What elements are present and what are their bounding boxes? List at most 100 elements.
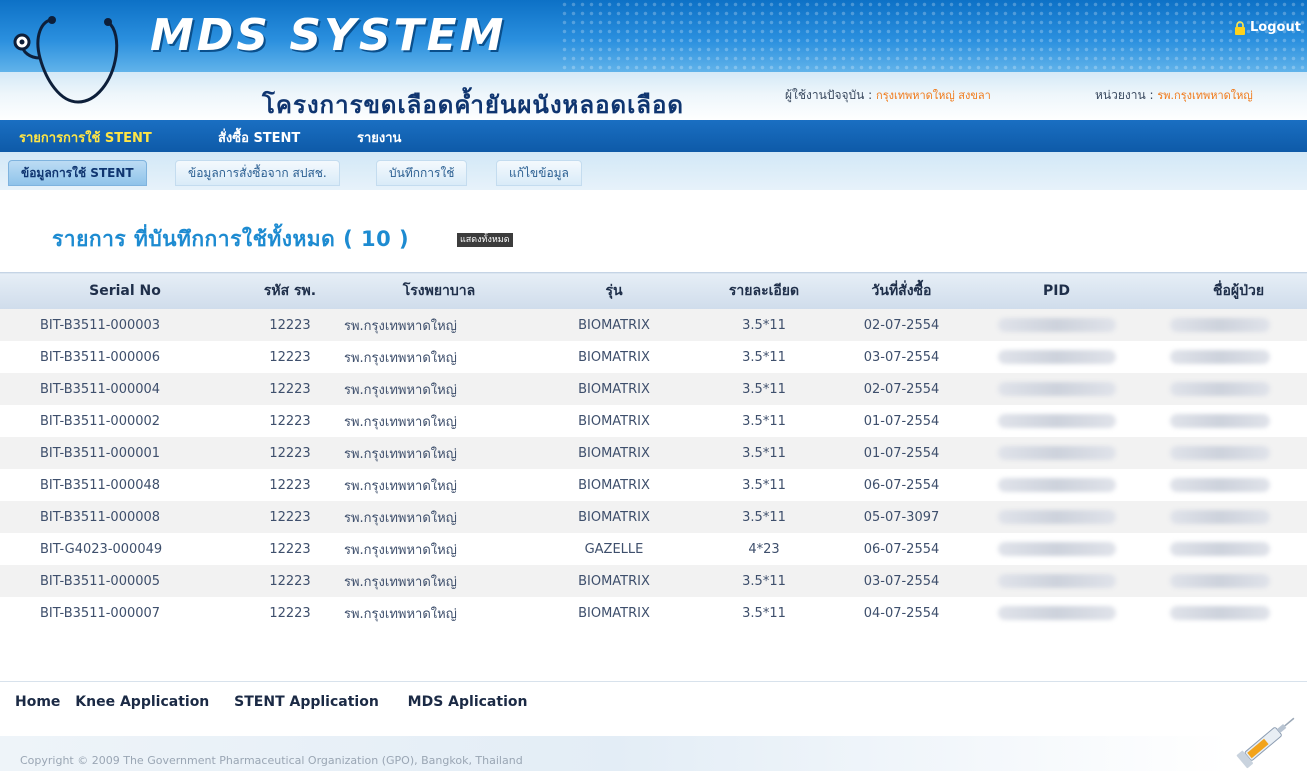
column-header-detail[interactable]: รายละเอียด: [694, 272, 834, 309]
redacted-pid: [997, 318, 1116, 332]
show-all-button[interactable]: แสดงทั้งหมด: [457, 233, 513, 247]
cell-detail: 3.5*11: [694, 373, 834, 405]
table-row[interactable]: BIT-B3511-000005 12223 รพ.กรุงเทพหาดใหญ่ BI…: [0, 565, 1307, 597]
cell-order-date: 06-07-2554: [834, 469, 969, 501]
syringe-icon: [1236, 717, 1295, 769]
cell-hospital: รพ.กรุงเทพหาดใหญ่: [330, 501, 534, 533]
cell-model: BIOMATRIX: [534, 309, 694, 341]
cell-pid: [969, 469, 1144, 501]
cell-order-date: 06-07-2554: [834, 533, 969, 565]
cell-model: BIOMATRIX: [534, 597, 694, 629]
table-row[interactable]: BIT-B3511-000008 12223 รพ.กรุงเทพหาดใหญ่ BI…: [0, 501, 1307, 533]
cell-patient-name: [1144, 501, 1307, 533]
cell-serial: BIT-G4023-000049: [0, 533, 250, 565]
table-row[interactable]: BIT-B3511-000007 12223 รพ.กรุงเทพหาดใหญ่ BI…: [0, 597, 1307, 629]
cell-serial: BIT-B3511-000002: [0, 405, 250, 437]
cell-hospital: รพ.กรุงเทพหาดใหญ่: [330, 309, 534, 341]
cell-model: GAZELLE: [534, 533, 694, 565]
footer-link-mds-application[interactable]: MDS Aplication: [408, 694, 528, 710]
cell-hospital: รพ.กรุงเทพหาดใหญ่: [330, 469, 534, 501]
table-row[interactable]: BIT-G4023-000049 12223 รพ.กรุงเทพหาดใหญ่ GA…: [0, 533, 1307, 565]
cell-order-date: 01-07-2554: [834, 405, 969, 437]
redacted-pid: [997, 542, 1116, 556]
redacted-pid: [997, 510, 1116, 524]
table-row[interactable]: BIT-B3511-000048 12223 รพ.กรุงเทพหาดใหญ่ BI…: [0, 469, 1307, 501]
cell-order-date: 01-07-2554: [834, 437, 969, 469]
cell-model: BIOMATRIX: [534, 405, 694, 437]
cell-model: BIOMATRIX: [534, 565, 694, 597]
redacted-pid: [997, 382, 1116, 396]
footer-link-knee-application[interactable]: Knee Application: [75, 694, 209, 710]
cell-detail: 3.5*11: [694, 565, 834, 597]
cell-model: BIOMATRIX: [534, 437, 694, 469]
menu-item-report[interactable]: รายงาน: [357, 127, 401, 148]
cell-hospital: รพ.กรุงเทพหาดใหญ่: [330, 565, 534, 597]
tab-edit-data[interactable]: แก้ไขข้อมูล: [496, 160, 582, 186]
redacted-patient-name: [1170, 574, 1270, 588]
unit-value: รพ.กรุงเทพหาดใหญ่: [1157, 89, 1253, 102]
column-header-pid[interactable]: PID: [969, 272, 1144, 309]
copyright-text: Copyright © 2009 The Government Pharmace…: [20, 754, 523, 767]
column-header-serial[interactable]: Serial No: [0, 272, 250, 309]
header-pattern: [560, 0, 1307, 72]
cell-hospital-code: 12223: [250, 597, 330, 629]
cell-order-date: 03-07-2554: [834, 565, 969, 597]
cell-detail: 3.5*11: [694, 309, 834, 341]
redacted-patient-name: [1170, 606, 1270, 620]
menu-item-stent-usage[interactable]: รายการการใช้ STENT: [19, 127, 152, 148]
redacted-pid: [997, 574, 1116, 588]
cell-serial: BIT-B3511-000006: [0, 341, 250, 373]
cell-order-date: 02-07-2554: [834, 309, 969, 341]
footer-link-home[interactable]: Home: [15, 694, 60, 710]
footer-link-stent-application[interactable]: STENT Application: [234, 694, 379, 710]
tab-stent-usage-data[interactable]: ข้อมูลการใช้ STENT: [8, 160, 147, 186]
cell-patient-name: [1144, 309, 1307, 341]
cell-patient-name: [1144, 533, 1307, 565]
cell-order-date: 02-07-2554: [834, 373, 969, 405]
logout-link[interactable]: Logout: [1234, 20, 1301, 35]
lock-icon: [1235, 20, 1245, 35]
redacted-pid: [997, 414, 1116, 428]
cell-pid: [969, 405, 1144, 437]
table-row[interactable]: BIT-B3511-000003 12223 รพ.กรุงเทพหาดใหญ่ BI…: [0, 309, 1307, 341]
tab-record-usage[interactable]: บันทึกการใช้: [376, 160, 468, 186]
cell-pid: [969, 309, 1144, 341]
column-header-hospital[interactable]: โรงพยาบาล: [330, 272, 534, 309]
table-row[interactable]: BIT-B3511-000001 12223 รพ.กรุงเทพหาดใหญ่ BI…: [0, 437, 1307, 469]
tab-order-data[interactable]: ข้อมูลการสั่งซื้อจาก สปสช.: [175, 160, 340, 186]
logout-label: Logout: [1250, 20, 1301, 35]
cell-detail: 3.5*11: [694, 341, 834, 373]
cell-detail: 3.5*11: [694, 437, 834, 469]
cell-hospital-code: 12223: [250, 373, 330, 405]
cell-serial: BIT-B3511-000008: [0, 501, 250, 533]
cell-order-date: 03-07-2554: [834, 341, 969, 373]
cell-serial: BIT-B3511-000048: [0, 469, 250, 501]
table-row[interactable]: BIT-B3511-000002 12223 รพ.กรุงเทพหาดใหญ่ BI…: [0, 405, 1307, 437]
stethoscope-icon: [13, 16, 119, 104]
cell-hospital-code: 12223: [250, 565, 330, 597]
cell-hospital-code: 12223: [250, 309, 330, 341]
redacted-patient-name: [1170, 350, 1270, 364]
cell-serial: BIT-B3511-000004: [0, 373, 250, 405]
column-header-model[interactable]: รุ่น: [534, 272, 694, 309]
column-header-order-date[interactable]: วันที่สั่งซื้อ: [834, 272, 969, 309]
table-row[interactable]: BIT-B3511-000006 12223 รพ.กรุงเทพหาดใหญ่ BI…: [0, 341, 1307, 373]
cell-hospital-code: 12223: [250, 501, 330, 533]
table-header-row: Serial No รหัส รพ. โรงพยาบาล รุ่น รายละเ…: [0, 272, 1307, 309]
cell-serial: BIT-B3511-000003: [0, 309, 250, 341]
table-row[interactable]: BIT-B3511-000004 12223 รพ.กรุงเทพหาดใหญ่ BI…: [0, 373, 1307, 405]
redacted-patient-name: [1170, 414, 1270, 428]
system-title: MDS SYSTEM: [150, 10, 507, 61]
cell-patient-name: [1144, 597, 1307, 629]
column-header-hospital-code[interactable]: รหัส รพ.: [250, 272, 330, 309]
cell-detail: 4*23: [694, 533, 834, 565]
header-banner: MDS SYSTEM โครงการขดเลือดค้ำยันผนังหลอดเ…: [0, 0, 1307, 122]
unit-label: หน่วยงาน :: [1095, 88, 1154, 102]
cell-detail: 3.5*11: [694, 469, 834, 501]
column-header-patient-name[interactable]: ชื่อผู้ป่วย: [1144, 272, 1307, 309]
cell-patient-name: [1144, 373, 1307, 405]
menu-item-order-stent[interactable]: สั่งซื้อ STENT: [218, 127, 300, 148]
cell-serial: BIT-B3511-000001: [0, 437, 250, 469]
redacted-patient-name: [1170, 478, 1270, 492]
cell-model: BIOMATRIX: [534, 341, 694, 373]
